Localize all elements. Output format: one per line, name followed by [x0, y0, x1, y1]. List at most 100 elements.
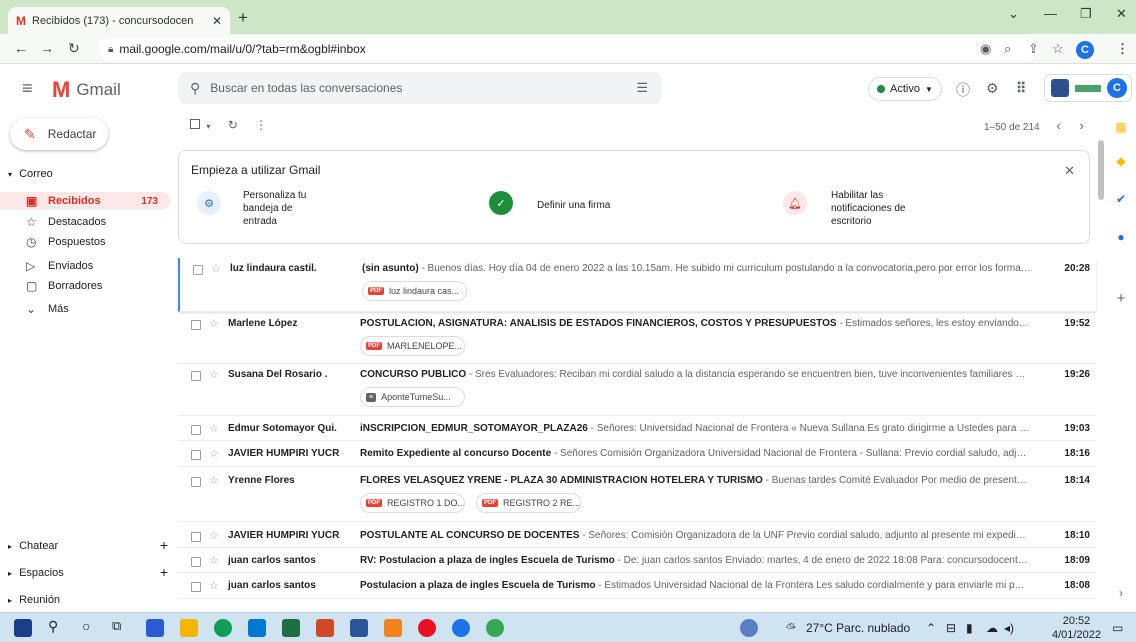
browser-tab[interactable]: M Recibidos (173) - concursodocen ✕ — [8, 7, 230, 34]
windows-start-icon[interactable] — [14, 619, 32, 637]
network-icon[interactable]: ⊟ — [946, 621, 956, 635]
close-window-icon[interactable]: ✕ — [1116, 6, 1127, 22]
clock[interactable]: 20:52 4/01/2022 — [1052, 614, 1101, 642]
forward-icon[interactable]: → — [40, 40, 54, 56]
select-all-checkbox[interactable] — [190, 119, 200, 129]
email-row[interactable]: ☆ Yrenne Flores FLORES VELASQUEZ YRENE -… — [178, 470, 1096, 522]
attachment-chip[interactable]: PDF REGISTRO 1 DO... — [360, 493, 465, 513]
extension-icon[interactable]: ◉ — [980, 41, 991, 57]
calendar-icon[interactable]: ▦ — [1106, 120, 1136, 134]
main-menu-icon[interactable]: ≡ — [22, 78, 33, 99]
next-page-icon[interactable]: › — [1080, 118, 1084, 133]
powerpoint-icon[interactable] — [316, 619, 334, 637]
browser-profile-avatar[interactable]: C — [1076, 41, 1094, 59]
row-checkbox[interactable] — [193, 265, 203, 275]
status-dropdown[interactable]: Activo ▼ — [868, 77, 942, 101]
email-row[interactable]: ☆ JAVIER HUMPIRI YUCRA POSTULANTE AL CON… — [178, 525, 1096, 548]
row-checkbox[interactable] — [191, 477, 201, 487]
row-checkbox[interactable] — [191, 425, 201, 435]
spaces-section[interactable]: ▸ Espacios + — [8, 564, 168, 580]
sidebar-item-sent[interactable]: ▷ Enviados — [0, 257, 170, 275]
chrome-profile-icon[interactable] — [486, 619, 504, 637]
search-icon[interactable]: ⚲ — [48, 618, 58, 635]
scrollbar[interactable] — [1098, 140, 1104, 200]
add-addon-icon[interactable]: + — [1106, 290, 1136, 307]
settings-gear-icon[interactable]: ⚙ — [986, 80, 999, 97]
file-explorer-icon[interactable] — [180, 619, 198, 637]
close-tab-icon[interactable]: ✕ — [212, 14, 222, 28]
star-icon[interactable]: ☆ — [209, 529, 219, 542]
cortana-icon[interactable]: ○ — [82, 618, 90, 634]
word-icon[interactable] — [350, 619, 368, 637]
maximize-icon[interactable]: ❐ — [1080, 6, 1092, 22]
search-input[interactable]: ⚲ Buscar en todas las conversaciones ☰ — [178, 72, 662, 104]
tasks-icon[interactable]: ✔ — [1106, 192, 1136, 206]
row-checkbox[interactable] — [191, 557, 201, 567]
vlc-icon[interactable] — [384, 619, 402, 637]
star-icon[interactable]: ☆ — [209, 368, 219, 381]
search-icon[interactable]: ⚲ — [190, 80, 200, 97]
sidebar-item-starred[interactable]: ☆ Destacados — [0, 213, 170, 231]
attachment-chip[interactable]: PDF REGISTRO 2 RE... — [476, 493, 581, 513]
battery-icon[interactable]: ▮ — [966, 621, 973, 635]
back-icon[interactable]: ← — [14, 40, 28, 56]
new-chat-icon[interactable]: + — [160, 537, 168, 553]
weather-text[interactable]: 27°C Parc. nublado — [806, 621, 910, 635]
tab-search-icon[interactable]: ⌄ — [1008, 6, 1019, 22]
email-row[interactable]: ☆ Marlene López POSTULACION, ASIGNATURA:… — [178, 313, 1096, 364]
account-avatar[interactable]: C — [1107, 78, 1127, 98]
account-switcher[interactable]: C — [1044, 74, 1132, 102]
task-view-icon[interactable]: ⧉ — [112, 618, 121, 634]
sidebar-item-drafts[interactable]: ▢ Borradores — [0, 277, 170, 295]
attachment-chip[interactable]: ≡ AponteTumeSu... — [360, 387, 465, 407]
row-checkbox[interactable] — [191, 450, 201, 460]
chat-section[interactable]: ▸ Chatear + — [8, 537, 168, 553]
row-checkbox[interactable] — [191, 532, 201, 542]
search-options-icon[interactable]: ☰ — [636, 80, 648, 96]
zoom-icon[interactable]: ⌕ — [1004, 41, 1011, 57]
refresh-icon[interactable]: ↻ — [228, 118, 238, 132]
new-tab-icon[interactable]: + — [238, 8, 248, 28]
row-checkbox[interactable] — [191, 371, 201, 381]
opera-icon[interactable] — [418, 619, 436, 637]
new-space-icon[interactable]: + — [160, 564, 168, 580]
help-app-icon[interactable] — [740, 619, 758, 637]
attachment-chip[interactable]: PDF MARLENELOPE... — [360, 336, 465, 356]
bookmark-star-icon[interactable]: ☆ — [1052, 41, 1064, 57]
email-row[interactable]: ☆ juan carlos santos RV: Postulacion a p… — [178, 550, 1096, 573]
compose-button[interactable]: ✎ Redactar — [10, 118, 108, 150]
excel-icon[interactable] — [282, 619, 300, 637]
more-actions-icon[interactable]: ⋮ — [255, 118, 267, 132]
help-icon[interactable]: ⓘ — [956, 80, 970, 100]
star-icon[interactable]: ☆ — [209, 474, 219, 487]
email-row[interactable]: ☆ juan carlos santos Postulacion a plaza… — [178, 575, 1096, 599]
select-dropdown-icon[interactable]: ▾ — [206, 122, 210, 131]
onboarding-step-customize[interactable]: Personaliza tu bandeja de entrada — [243, 189, 323, 228]
onboarding-step-signature[interactable]: Definir una firma — [537, 199, 610, 212]
keep-icon[interactable]: ◆ — [1106, 154, 1136, 168]
browser-menu-icon[interactable]: ⋮ — [1116, 41, 1129, 57]
edge-browser-icon[interactable] — [214, 619, 232, 637]
mail-section-header[interactable]: ▾ Correo — [8, 168, 53, 180]
reload-icon[interactable]: ↻ — [68, 40, 80, 57]
star-icon[interactable]: ☆ — [209, 579, 219, 592]
sidebar-item-snoozed[interactable]: ◷ Pospuestos — [0, 233, 170, 251]
close-icon[interactable]: ✕ — [1064, 163, 1075, 179]
star-icon[interactable]: ☆ — [209, 447, 219, 460]
star-icon[interactable]: ☆ — [209, 554, 219, 567]
expand-panel-icon[interactable]: › — [1106, 586, 1136, 600]
url-field[interactable]: 🔒︎ mail.google.com/mail/u/0/?tab=rm&ogbl… — [98, 38, 1038, 60]
email-row[interactable]: ☆ Edmur Sotomayor Qui. iNSCRIPCION_EDMUR… — [178, 418, 1096, 441]
sidebar-item-inbox[interactable]: ▣ Recibidos 173 — [0, 192, 170, 210]
chrome-icon[interactable] — [452, 619, 470, 637]
star-icon[interactable]: ☆ — [209, 422, 219, 435]
prev-page-icon[interactable]: ‹ — [1056, 118, 1060, 133]
sidebar-item-more[interactable]: ⌄ Más — [0, 300, 170, 318]
email-row[interactable]: ☆ luz lindaura castil. (sin asunto) - Bu… — [178, 258, 1096, 312]
gmail-logo[interactable]: M Gmail — [52, 77, 121, 103]
contacts-icon[interactable]: ● — [1106, 230, 1136, 244]
share-icon[interactable]: ⇪ — [1028, 41, 1039, 57]
attachment-chip[interactable]: PDF luz lindaura cas... — [362, 281, 467, 301]
meet-section[interactable]: ▸ Reunión — [8, 594, 60, 606]
email-row[interactable]: ☆ Susana Del Rosario . CONCURSO PÚBLICO … — [178, 364, 1096, 416]
